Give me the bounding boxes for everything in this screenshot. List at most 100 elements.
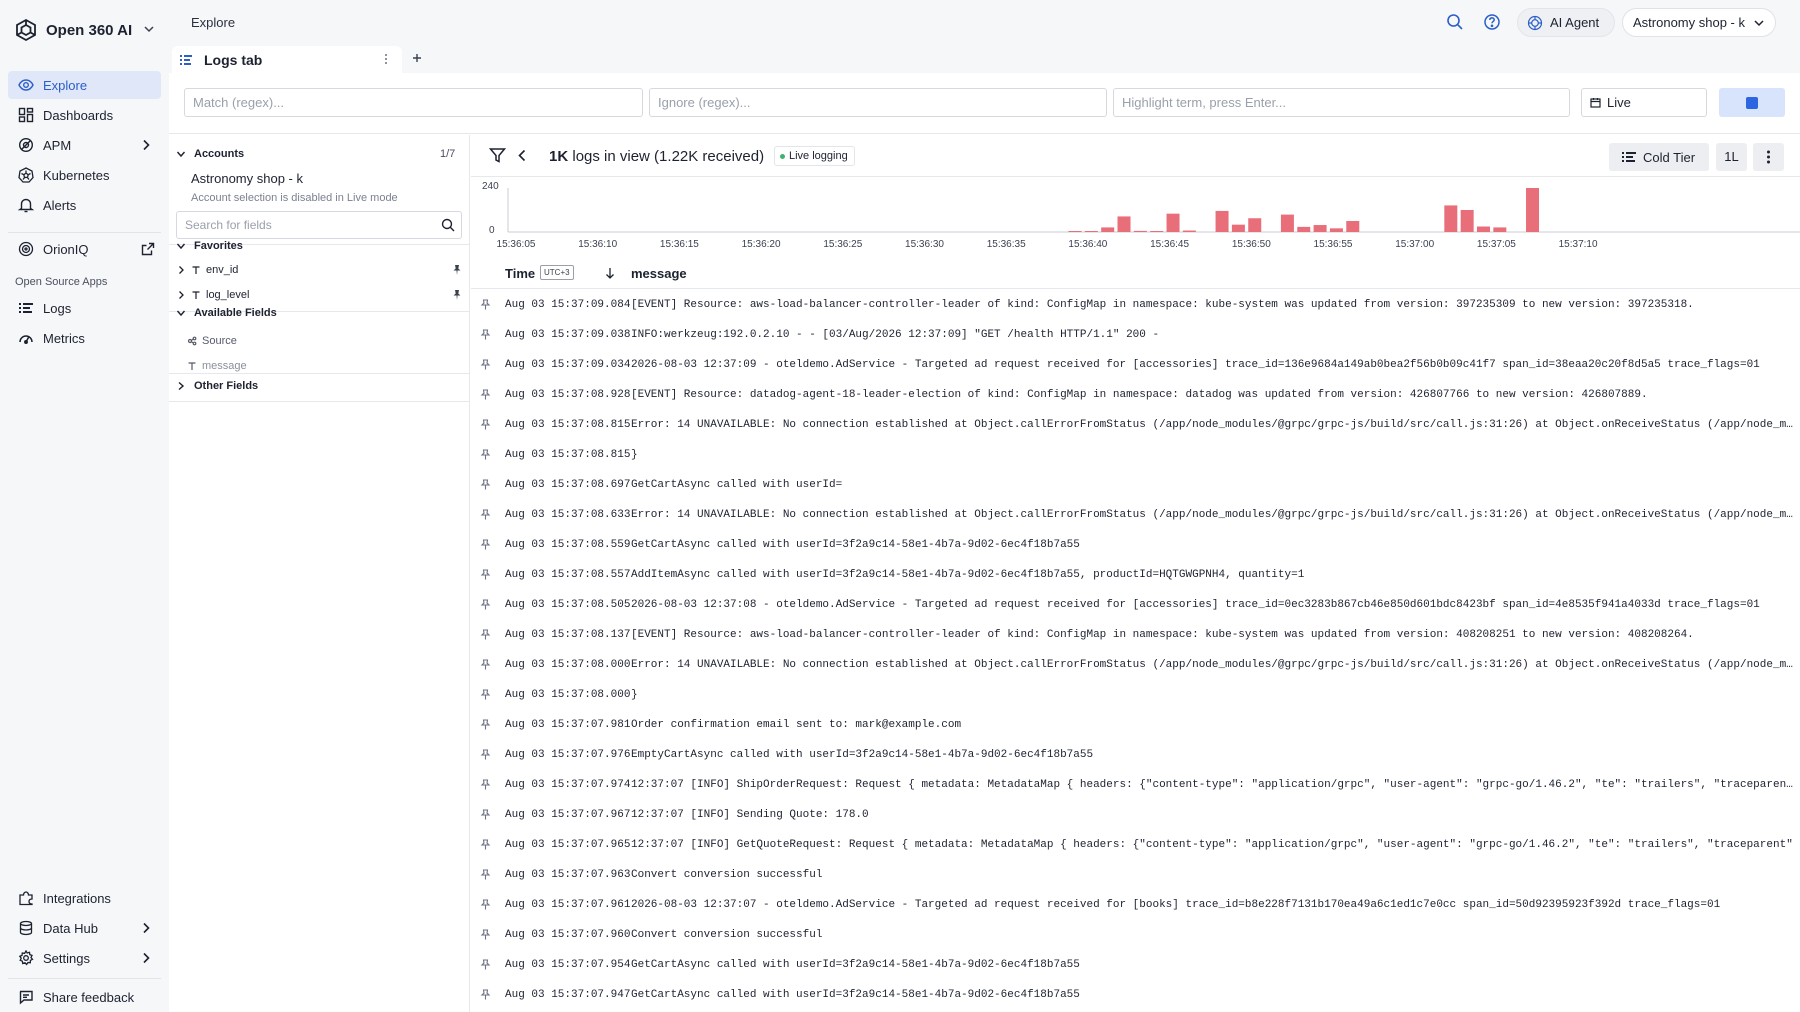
- chevron-left-icon[interactable]: [516, 149, 529, 162]
- histogram-bar[interactable]: [1444, 205, 1458, 232]
- breadcrumb[interactable]: Explore: [191, 15, 235, 30]
- pin-icon[interactable]: [480, 449, 491, 460]
- sidebar-item-apm[interactable]: APM: [8, 131, 161, 159]
- chevron-down-icon[interactable]: [142, 22, 156, 36]
- histogram-bar[interactable]: [1476, 226, 1490, 233]
- pin-icon[interactable]: [480, 629, 491, 640]
- table-row[interactable]: Aug 03 15:37:08.505 2026-08-03 12:37:08 -…: [471, 590, 1800, 620]
- filter-icon[interactable]: [489, 147, 506, 164]
- match-regex-input[interactable]: [184, 88, 643, 117]
- ai-agent-button[interactable]: AI Agent: [1517, 8, 1615, 37]
- sidebar-item-alerts[interactable]: Alerts: [8, 191, 161, 219]
- tab-logs[interactable]: Logs tab: [172, 46, 402, 73]
- favorites-section-toggle[interactable]: Favorites: [176, 240, 243, 252]
- pin-icon[interactable]: [480, 809, 491, 820]
- histogram-bar[interactable]: [1084, 231, 1098, 232]
- pin-icon[interactable]: [480, 359, 491, 370]
- histogram-bar[interactable]: [1101, 227, 1115, 232]
- pin-icon[interactable]: [480, 659, 491, 670]
- histogram-bar[interactable]: [1117, 216, 1131, 232]
- pin-icon[interactable]: [480, 959, 491, 970]
- sidebar-item-integrations[interactable]: Integrations: [8, 884, 161, 912]
- sidebar-item-explore[interactable]: Explore: [8, 71, 161, 99]
- pin-icon[interactable]: [480, 419, 491, 430]
- other-fields-section-toggle[interactable]: Other Fields: [176, 380, 258, 392]
- pin-icon[interactable]: [480, 539, 491, 550]
- sidebar-item-data-hub[interactable]: Data Hub: [8, 914, 161, 942]
- table-row[interactable]: Aug 03 15:37:07.981 Order confirmation em…: [471, 710, 1800, 740]
- table-row[interactable]: Aug 03 15:37:08.137 [EVENT] Resource: aws…: [471, 620, 1800, 650]
- more-options-button[interactable]: [1753, 143, 1784, 171]
- table-row[interactable]: Aug 03 15:37:08.559 GetCartAsync called w…: [471, 530, 1800, 560]
- table-row[interactable]: Aug 03 15:37:09.038 INFO:werkzeug:192.0.2…: [471, 320, 1800, 350]
- brand[interactable]: Open 360 AI: [14, 16, 132, 44]
- stop-live-button[interactable]: [1719, 88, 1785, 117]
- histogram-bar[interactable]: [1313, 225, 1327, 232]
- pin-icon[interactable]: [480, 509, 491, 520]
- histogram-bar[interactable]: [1297, 226, 1311, 232]
- histogram-bar[interactable]: [1133, 230, 1147, 232]
- pin-icon[interactable]: [480, 989, 491, 1000]
- search-icon[interactable]: [1446, 13, 1464, 31]
- available-field-source[interactable]: Source: [187, 331, 474, 351]
- kebab-menu-icon[interactable]: [380, 53, 392, 65]
- pin-star-icon[interactable]: [451, 264, 463, 276]
- table-row[interactable]: Aug 03 15:37:08.815}: [471, 440, 1800, 470]
- pin-icon[interactable]: [480, 899, 491, 910]
- histogram-bar[interactable]: [1166, 213, 1180, 232]
- table-row[interactable]: Aug 03 15:37:09.084 [EVENT] Resource: aws…: [471, 290, 1800, 320]
- table-row[interactable]: Aug 03 15:37:07.967 12:37:07 [INFO] Sendi…: [471, 800, 1800, 830]
- table-row[interactable]: Aug 03 15:37:08.697 GetCartAsync called w…: [471, 470, 1800, 500]
- pin-icon[interactable]: [480, 749, 491, 760]
- pin-icon[interactable]: [480, 569, 491, 580]
- pin-icon[interactable]: [480, 779, 491, 790]
- pin-icon[interactable]: [480, 329, 491, 340]
- pin-icon[interactable]: [480, 689, 491, 700]
- cold-tier-button[interactable]: Cold Tier: [1609, 143, 1709, 171]
- pin-icon[interactable]: [480, 929, 491, 940]
- pin-icon[interactable]: [480, 869, 491, 880]
- histogram-bar[interactable]: [1280, 214, 1294, 232]
- table-row[interactable]: Aug 03 15:37:07.965 12:37:07 [INFO] GetQu…: [471, 830, 1800, 860]
- favorite-field-log-level[interactable]: log_level: [176, 285, 463, 305]
- histogram-bar[interactable]: [1150, 231, 1164, 232]
- highlight-term-input[interactable]: [1113, 88, 1570, 117]
- sidebar-item-orioniq[interactable]: OrionIQ: [8, 235, 161, 263]
- sidebar-item-settings[interactable]: Settings: [8, 944, 161, 972]
- pin-icon[interactable]: [480, 839, 491, 850]
- message-column-header[interactable]: message: [631, 266, 687, 281]
- histogram-bar[interactable]: [1068, 231, 1082, 232]
- histogram-bar[interactable]: [1526, 188, 1540, 232]
- histogram-bar[interactable]: [1248, 218, 1262, 232]
- time-column-header[interactable]: Time: [505, 266, 535, 281]
- histogram-bar[interactable]: [1231, 224, 1245, 232]
- table-row[interactable]: Aug 03 15:37:07.947 GetCartAsync called w…: [471, 980, 1800, 1010]
- help-icon[interactable]: [1483, 13, 1501, 31]
- available-fields-section-toggle[interactable]: Available Fields: [176, 307, 277, 319]
- ignore-regex-input[interactable]: [649, 88, 1107, 117]
- table-row[interactable]: Aug 03 15:37:07.954 GetCartAsync called w…: [471, 950, 1800, 980]
- table-row[interactable]: Aug 03 15:37:08.633 Error: 14 UNAVAILABLE…: [471, 500, 1800, 530]
- line-mode-button[interactable]: 1L: [1716, 143, 1747, 171]
- table-row[interactable]: Aug 03 15:37:07.960 Convert conversion su…: [471, 920, 1800, 950]
- favorite-field-env-id[interactable]: env_id: [176, 260, 463, 280]
- accounts-section-toggle[interactable]: Accounts: [176, 148, 244, 160]
- histogram-bar[interactable]: [1329, 228, 1343, 232]
- table-row[interactable]: Aug 03 15:37:08.000 Error: 14 UNAVAILABLE…: [471, 650, 1800, 680]
- sort-desc-icon[interactable]: [604, 267, 616, 279]
- table-row[interactable]: Aug 03 15:37:08.815 Error: 14 UNAVAILABLE…: [471, 410, 1800, 440]
- histogram-bar[interactable]: [1460, 210, 1474, 232]
- add-tab-icon[interactable]: [410, 51, 424, 65]
- histogram-bar[interactable]: [1215, 210, 1229, 232]
- time-range-selector[interactable]: Live: [1581, 88, 1707, 117]
- pin-icon[interactable]: [480, 599, 491, 610]
- histogram-bar[interactable]: [1493, 227, 1507, 232]
- sidebar-item-metrics[interactable]: Metrics: [8, 324, 161, 352]
- table-row[interactable]: Aug 03 15:37:07.974 12:37:07 [INFO] ShipO…: [471, 770, 1800, 800]
- table-row[interactable]: Aug 03 15:37:08.557 AddItemAsync called w…: [471, 560, 1800, 590]
- table-row[interactable]: Aug 03 15:37:07.963 Convert conversion su…: [471, 860, 1800, 890]
- table-row[interactable]: Aug 03 15:37:08.928 [EVENT] Resource: dat…: [471, 380, 1800, 410]
- account-selector[interactable]: Astronomy shop - k: [1622, 8, 1776, 37]
- histogram-bar[interactable]: [1346, 221, 1360, 232]
- pin-icon[interactable]: [480, 479, 491, 490]
